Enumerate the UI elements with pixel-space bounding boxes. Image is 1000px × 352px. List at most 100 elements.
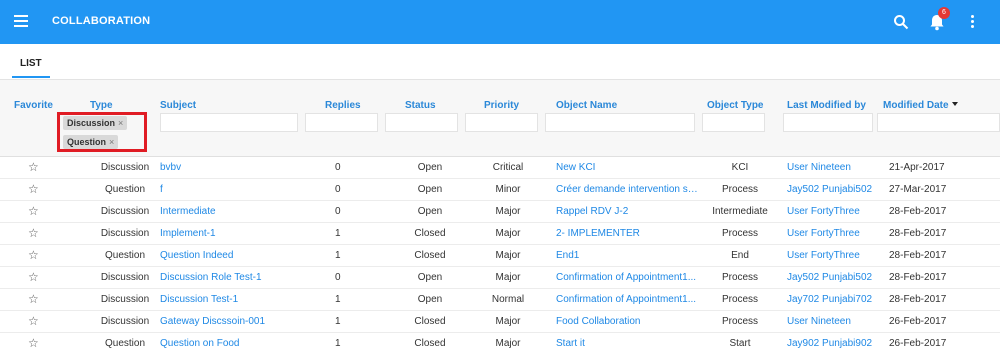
star-outline-icon[interactable]: ☆ [28, 270, 39, 284]
cell-replies: 1 [335, 250, 341, 261]
star-outline-icon[interactable]: ☆ [28, 182, 39, 196]
cell-object-type: Process [721, 272, 759, 283]
cell-subject[interactable]: f [160, 184, 300, 195]
cell-modified-date: 27-Mar-2017 [889, 184, 947, 195]
last-modified-by-filter-input[interactable] [783, 113, 873, 132]
more-vert-icon[interactable] [969, 15, 975, 29]
cell-type: Question [104, 184, 146, 195]
cell-priority: Major [495, 272, 521, 283]
collaboration-grid: Favorite Type Subject Replies Status Pri… [0, 80, 1000, 352]
column-header-replies[interactable]: Replies [325, 100, 361, 111]
cell-replies: 1 [335, 294, 341, 305]
column-header-status[interactable]: Status [405, 100, 436, 111]
cell-object-name[interactable]: End1 [556, 250, 701, 261]
cell-last-modified-by[interactable]: User Nineteen [787, 316, 882, 327]
cell-last-modified-by[interactable]: User FortyThree [787, 228, 882, 239]
cell-modified-date: 28-Feb-2017 [889, 294, 947, 305]
tab-list[interactable]: LIST [12, 54, 50, 78]
cell-status: Open [417, 206, 443, 217]
grid-header: Favorite Type Subject Replies Status Pri… [0, 80, 1000, 157]
subject-filter-input[interactable] [160, 113, 298, 132]
object-name-filter-input[interactable] [545, 113, 695, 132]
cell-object-name[interactable]: New KCI [556, 162, 701, 173]
cell-modified-date: 28-Feb-2017 [889, 250, 947, 261]
cell-last-modified-by[interactable]: Jay702 Punjabi702 [787, 294, 882, 305]
object-type-filter-input[interactable] [702, 113, 765, 132]
star-outline-icon[interactable]: ☆ [28, 160, 39, 174]
cell-status: Open [417, 294, 443, 305]
cell-last-modified-by[interactable]: Jay902 Punjabi902 [787, 338, 882, 349]
column-header-modified-date[interactable]: Modified Date [883, 100, 958, 111]
column-header-last-modified-by[interactable]: Last Modified by [787, 100, 866, 111]
cell-type: Discussion [100, 162, 150, 173]
table-row[interactable]: ☆ Discussion Gateway Discssoin-001 1 Closed M… [0, 311, 1000, 333]
column-header-type[interactable]: Type [90, 100, 113, 111]
cell-object-type: Start [729, 338, 751, 349]
column-header-object-type[interactable]: Object Type [707, 100, 764, 111]
star-outline-icon[interactable]: ☆ [28, 292, 39, 306]
cell-replies: 1 [335, 338, 341, 349]
menu-icon[interactable] [14, 15, 28, 27]
grid-body: ☆ Discussion bvbv 0 Open Critical New KCI KCI Us… [0, 157, 1000, 352]
cell-object-name[interactable]: Confirmation of Appointment1... [556, 294, 701, 305]
cell-object-name[interactable]: Food Collaboration [556, 316, 701, 327]
cell-modified-date: 28-Feb-2017 [889, 206, 947, 217]
cell-subject[interactable]: bvbv [160, 162, 300, 173]
table-row[interactable]: ☆ Discussion Intermediate 0 Open Major Rappel … [0, 201, 1000, 223]
cell-last-modified-by[interactable]: User FortyThree [787, 206, 882, 217]
cell-subject[interactable]: Intermediate [160, 206, 300, 217]
table-row[interactable]: ☆ Discussion Discussion Test-1 1 Open Normal C… [0, 289, 1000, 311]
star-outline-icon[interactable]: ☆ [28, 336, 39, 350]
modified-date-filter-input[interactable] [877, 113, 1000, 132]
status-filter-input[interactable] [385, 113, 458, 132]
cell-status: Closed [414, 338, 446, 349]
table-row[interactable]: ☆ Discussion Implement-1 1 Closed Major 2- IMP… [0, 223, 1000, 245]
column-header-object-name[interactable]: Object Name [556, 100, 617, 111]
column-header-priority[interactable]: Priority [484, 100, 519, 111]
cell-priority: Major [495, 316, 521, 327]
cell-replies: 0 [335, 184, 341, 195]
app-title: COLLABORATION [52, 15, 151, 27]
cell-type: Discussion [100, 316, 150, 327]
cell-priority: Major [495, 206, 521, 217]
star-outline-icon[interactable]: ☆ [28, 204, 39, 218]
priority-filter-input[interactable] [465, 113, 538, 132]
cell-last-modified-by[interactable]: User Nineteen [787, 162, 882, 173]
cell-subject[interactable]: Question Indeed [160, 250, 300, 261]
column-header-subject[interactable]: Subject [160, 100, 196, 111]
cell-modified-date: 26-Feb-2017 [889, 338, 947, 349]
cell-last-modified-by[interactable]: Jay502 Punjabi502 [787, 272, 882, 283]
column-header-favorite[interactable]: Favorite [14, 100, 53, 111]
cell-priority: Major [495, 338, 521, 349]
replies-filter-input[interactable] [305, 113, 378, 132]
cell-last-modified-by[interactable]: User FortyThree [787, 250, 882, 261]
cell-object-name[interactable]: Créer demande intervention se... [556, 184, 701, 195]
cell-object-name[interactable]: Confirmation of Appointment1... [556, 272, 701, 283]
cell-subject[interactable]: Discussion Role Test-1 [160, 272, 300, 283]
cell-modified-date: 28-Feb-2017 [889, 228, 947, 239]
star-outline-icon[interactable]: ☆ [28, 226, 39, 240]
table-row[interactable]: ☆ Question Question Indeed 1 Closed Major End1… [0, 245, 1000, 267]
table-row[interactable]: ☆ Discussion bvbv 0 Open Critical New KCI KCI Us… [0, 157, 1000, 179]
cell-modified-date: 28-Feb-2017 [889, 272, 947, 283]
cell-object-type: Process [721, 184, 759, 195]
table-row[interactable]: ☆ Question Question on Food 1 Closed Major Sta… [0, 333, 1000, 352]
cell-subject[interactable]: Discussion Test-1 [160, 294, 300, 305]
table-row[interactable]: ☆ Question f 0 Open Minor Créer demande interv… [0, 179, 1000, 201]
cell-subject[interactable]: Gateway Discssoin-001 [160, 316, 300, 327]
star-outline-icon[interactable]: ☆ [28, 248, 39, 262]
cell-object-name[interactable]: Rappel RDV J-2 [556, 206, 701, 217]
table-row[interactable]: ☆ Discussion Discussion Role Test-1 0 Open Ma… [0, 267, 1000, 289]
search-icon[interactable] [893, 14, 909, 30]
cell-replies: 0 [335, 272, 341, 283]
cell-last-modified-by[interactable]: Jay502 Punjabi502 [787, 184, 882, 195]
cell-type: Discussion [100, 272, 150, 283]
cell-subject[interactable]: Implement-1 [160, 228, 300, 239]
cell-object-name[interactable]: Start it [556, 338, 701, 349]
star-outline-icon[interactable]: ☆ [28, 314, 39, 328]
cell-object-type: Process [721, 228, 759, 239]
cell-replies: 0 [335, 162, 341, 173]
cell-subject[interactable]: Question on Food [160, 338, 300, 349]
cell-object-name[interactable]: 2- IMPLEMENTER [556, 228, 701, 239]
cell-object-type: Process [721, 316, 759, 327]
